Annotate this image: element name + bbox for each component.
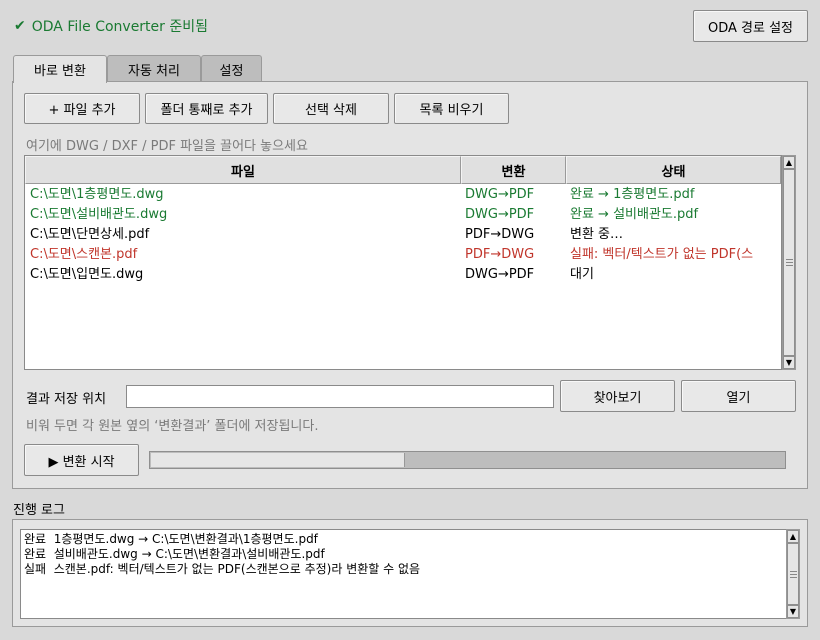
- tab-label: 자동 처리: [128, 63, 180, 79]
- scrollbar-thumb[interactable]: [783, 169, 795, 356]
- drop-hint: 여기에 DWG / DXF / PDF 파일을 끌어다 놓으세요: [26, 139, 308, 154]
- output-location-label: 결과 저장 위치: [26, 392, 107, 407]
- cell-conversion: DWG→PDF: [465, 187, 535, 202]
- check-icon: ✔: [14, 18, 26, 34]
- arrow-down-icon[interactable]: ▼: [787, 605, 799, 618]
- start-convert-button[interactable]: ▶ 변환 시작: [24, 444, 139, 476]
- oda-path-button[interactable]: ODA 경로 설정: [693, 10, 808, 42]
- cell-file: C:\도면\1층평면도.dwg: [30, 187, 164, 202]
- cell-status: 완료 → 1층평면도.pdf: [570, 187, 695, 202]
- cell-file: C:\도면\단면상세.pdf: [30, 227, 150, 242]
- cell-file: C:\도면\스캔본.pdf: [30, 247, 138, 262]
- delete-selected-button[interactable]: 선택 삭제: [273, 93, 389, 124]
- add-file-button[interactable]: + 파일 추가: [24, 93, 140, 124]
- progress-bar: [149, 451, 786, 469]
- log-line: 완료 설비배관도.dwg → C:\도면\변환결과\설비배관도.pdf: [24, 547, 325, 561]
- cell-file: C:\도면\설비배관도.dwg: [30, 207, 168, 222]
- clear-list-button[interactable]: 목록 비우기: [394, 93, 509, 124]
- cell-status: 완료 → 설비배관도.pdf: [570, 207, 699, 222]
- cell-conversion: DWG→PDF: [465, 207, 535, 222]
- cell-conversion: PDF→DWG: [465, 227, 535, 242]
- column-header-file[interactable]: 파일: [25, 156, 461, 184]
- file-table[interactable]: 파일 변환 상태 C:\도면\1층평면도.dwg DWG→PDF 완료 → 1층…: [24, 155, 782, 370]
- output-hint: 비워 두면 각 원본 옆의 ‘변환결과’ 폴더에 저장됩니다.: [26, 419, 319, 434]
- tab-settings[interactable]: 설정: [201, 55, 262, 82]
- tab-direct-convert[interactable]: 바로 변환: [13, 55, 107, 83]
- tab-label: 설정: [219, 63, 244, 79]
- table-header: 파일 변환 상태: [25, 156, 781, 184]
- cell-conversion: DWG→PDF: [465, 267, 535, 282]
- log-textarea[interactable]: 완료 1층평면도.dwg → C:\도면\변환결과\1층평면도.pdf 완료 설…: [20, 529, 788, 619]
- cell-conversion: PDF→DWG: [465, 247, 535, 262]
- scrollbar-thumb[interactable]: [787, 543, 799, 605]
- progress-fill: [151, 453, 405, 467]
- arrow-up-icon[interactable]: ▲: [783, 156, 795, 169]
- status-line: ✔ ODA File Converter 준비됨: [14, 17, 208, 35]
- tab-auto-process[interactable]: 자동 처리: [107, 55, 201, 82]
- status-text: ODA File Converter 준비됨: [31, 19, 209, 35]
- open-button[interactable]: 열기: [681, 380, 796, 412]
- table-scrollbar[interactable]: ▲ ▼: [782, 155, 796, 370]
- table-row[interactable]: C:\도면\설비배관도.dwg DWG→PDF 완료 → 설비배관도.pdf: [25, 205, 781, 225]
- cell-status: 변환 중…: [570, 227, 624, 242]
- cell-status: 실패: 벡터/텍스트가 없는 PDF(스: [570, 247, 754, 262]
- table-row[interactable]: C:\도면\단면상세.pdf PDF→DWG 변환 중…: [25, 225, 781, 245]
- cell-file: C:\도면\입면도.dwg: [30, 267, 144, 282]
- tab-label: 바로 변환: [34, 64, 86, 79]
- log-title: 진행 로그: [13, 503, 65, 518]
- log-line: 실패 스캔본.pdf: 벡터/텍스트가 없는 PDF(스캔본으로 추정)라 변환…: [24, 562, 421, 576]
- table-row[interactable]: C:\도면\1층평면도.dwg DWG→PDF 완료 → 1층평면도.pdf: [25, 185, 781, 205]
- browse-button[interactable]: 찾아보기: [560, 380, 675, 412]
- output-location-input[interactable]: [126, 385, 554, 408]
- cell-status: 대기: [570, 267, 594, 282]
- log-line: 완료 1층평면도.dwg → C:\도면\변환결과\1층평면도.pdf: [24, 532, 318, 546]
- log-scrollbar[interactable]: ▲ ▼: [786, 529, 800, 619]
- add-folder-button[interactable]: 폴더 통째로 추가: [145, 93, 268, 124]
- arrow-up-icon[interactable]: ▲: [787, 530, 799, 543]
- arrow-down-icon[interactable]: ▼: [783, 356, 795, 369]
- column-header-status[interactable]: 상태: [566, 156, 781, 184]
- column-header-conversion[interactable]: 변환: [461, 156, 566, 184]
- table-row[interactable]: C:\도면\스캔본.pdf PDF→DWG 실패: 벡터/텍스트가 없는 PDF…: [25, 245, 781, 265]
- table-row[interactable]: C:\도면\입면도.dwg DWG→PDF 대기: [25, 265, 781, 285]
